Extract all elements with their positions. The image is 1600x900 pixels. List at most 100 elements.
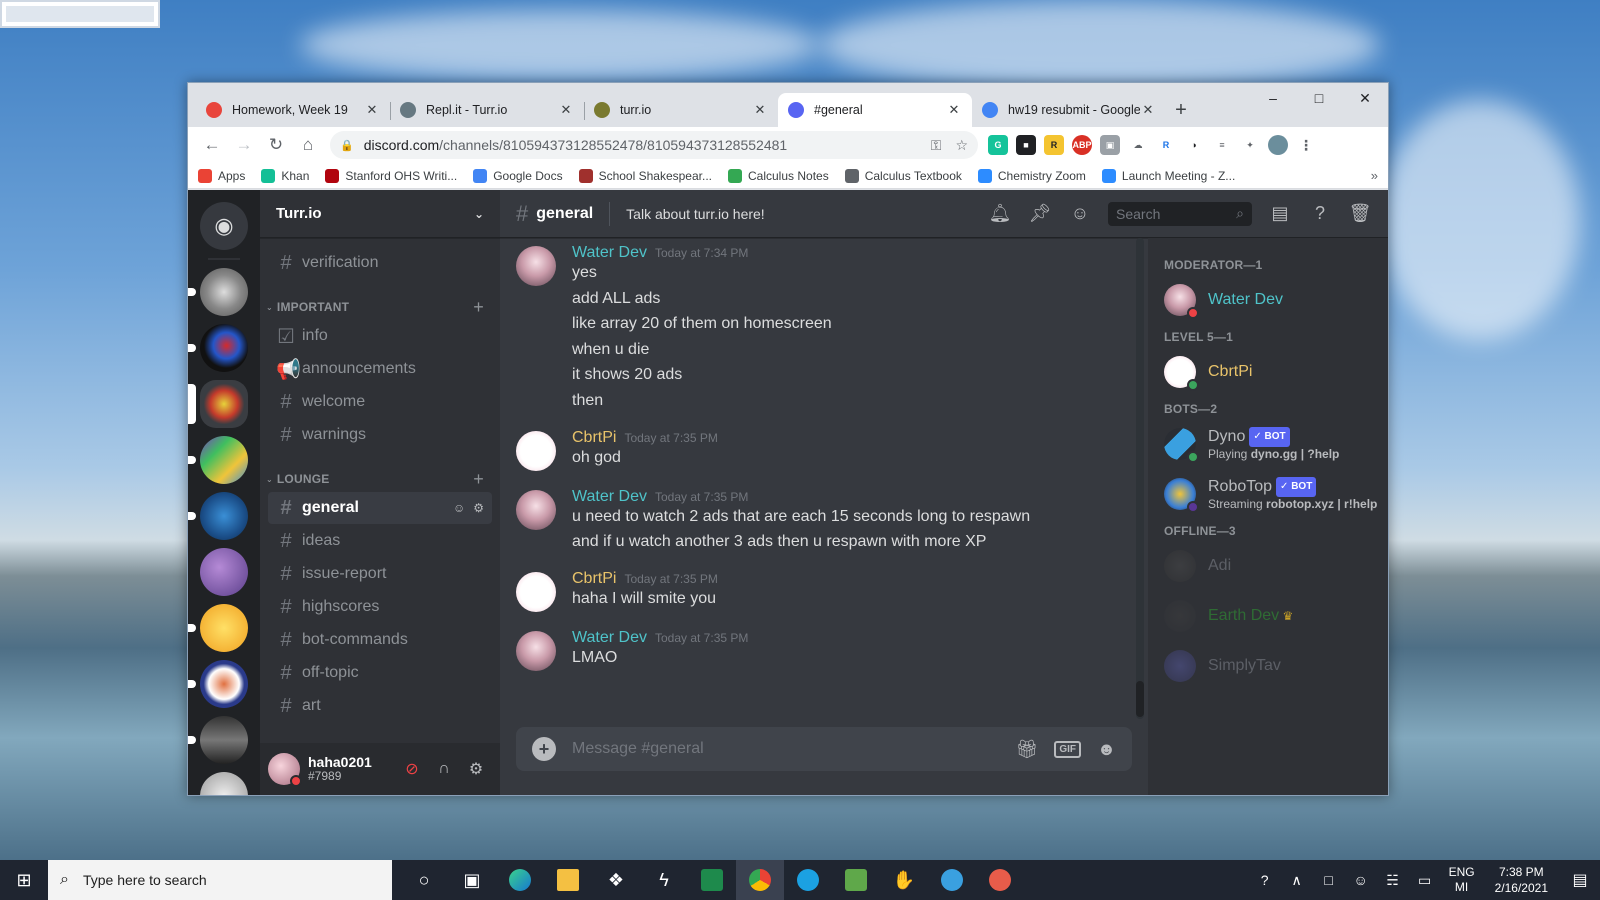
emoji-icon[interactable]: ☻: [1097, 739, 1116, 760]
chrome-icon[interactable]: [736, 860, 784, 900]
gear-icon[interactable]: ⚙: [460, 753, 492, 785]
browser-tab[interactable]: hw19 resubmit - Google ✕: [972, 93, 1166, 127]
pin-icon[interactable]: 📌︎: [1028, 202, 1052, 226]
spreadsheet-app-icon[interactable]: [688, 860, 736, 900]
taskbar-search[interactable]: ⌕ Type here to search: [48, 860, 392, 900]
channel-announcements[interactable]: 📢 announcements: [268, 353, 492, 385]
avatar[interactable]: [516, 430, 556, 471]
channel-art[interactable]: # art: [268, 690, 492, 722]
people-icon[interactable]: ☺: [1345, 872, 1377, 888]
member-item[interactable]: Adi: [1164, 544, 1380, 588]
close-icon[interactable]: ✕: [946, 102, 962, 118]
server-icon[interactable]: [200, 548, 248, 596]
tab-ext-icon[interactable]: ▣: [1100, 135, 1120, 155]
member-item[interactable]: Water Dev: [1164, 278, 1380, 322]
browser-tab[interactable]: turr.io ✕: [584, 93, 778, 127]
notification-icon[interactable]: ▤: [1560, 870, 1600, 890]
bookmark-item[interactable]: Khan: [261, 168, 309, 183]
menu-dots-icon[interactable]: ⋮: [1296, 135, 1316, 155]
bookmark-item[interactable]: Stanford OHS Writi...: [325, 168, 457, 183]
members-icon[interactable]: ☺: [1068, 202, 1092, 226]
member-item[interactable]: Dyno ✓ BOT Playing dyno.gg | ?help: [1164, 422, 1380, 466]
search-input[interactable]: Search ⌕: [1108, 201, 1252, 226]
member-item[interactable]: Earth Dev ♛: [1164, 594, 1380, 638]
avatar[interactable]: [516, 572, 556, 612]
channel-general[interactable]: # general ☺ ⚙: [268, 492, 492, 524]
avatar[interactable]: [268, 753, 302, 787]
address-bar[interactable]: 🔒 discord.com/channels/81059437312855247…: [330, 131, 978, 159]
gif-icon[interactable]: GIF: [1054, 740, 1082, 758]
inbox-icon[interactable]: ▤: [1268, 202, 1292, 226]
server-icon[interactable]: [188, 324, 248, 372]
cloud-ext-icon[interactable]: ☁: [1128, 135, 1148, 155]
browser-tab[interactable]: #general ✕: [778, 93, 972, 127]
maximize-icon[interactable]: □: [1296, 83, 1342, 113]
file-explorer-icon[interactable]: [544, 860, 592, 900]
help-icon[interactable]: ?: [1308, 202, 1332, 226]
avatar[interactable]: [516, 489, 556, 530]
star-icon[interactable]: ☆: [955, 137, 968, 154]
windows-start-icon[interactable]: ⊞: [0, 860, 48, 900]
key-icon[interactable]: ⚿: [931, 137, 942, 154]
bookmark-item[interactable]: Apps: [198, 168, 245, 183]
notification-ext-icon[interactable]: ■: [1016, 135, 1036, 155]
message-author[interactable]: CbrtPi: [572, 429, 616, 447]
gift-icon[interactable]: 🎁︎: [1016, 739, 1039, 760]
channel-off-topic[interactable]: # off-topic: [268, 657, 492, 689]
bell-icon[interactable]: 🔔︎: [988, 202, 1012, 226]
close-icon[interactable]: ✕: [364, 102, 380, 118]
clock[interactable]: 7:38 PM 2/16/2021: [1495, 864, 1548, 896]
server-icon[interactable]: [200, 772, 248, 795]
server-icon[interactable]: [188, 660, 248, 708]
lightning-app-icon[interactable]: ϟ: [640, 860, 688, 900]
adblock-plus-icon[interactable]: ABP: [1072, 135, 1092, 155]
r2-ext-icon[interactable]: R: [1156, 135, 1176, 155]
reload-icon[interactable]: ↻: [260, 131, 292, 159]
task-view-icon[interactable]: ▣: [448, 860, 496, 900]
bookmark-item[interactable]: School Shakespear...: [578, 168, 712, 183]
message-author[interactable]: Water Dev: [572, 629, 647, 647]
message-composer[interactable]: + Message #general 🎁︎ GIF ☻: [516, 727, 1132, 771]
category-header[interactable]: ⌄ IMPORTANT +: [260, 295, 500, 319]
puzzle-icon[interactable]: ✦: [1240, 135, 1260, 155]
browser-tab[interactable]: Repl.it - Turr.io ✕: [390, 93, 584, 127]
close-icon[interactable]: ✕: [752, 102, 768, 118]
bookmark-item[interactable]: Calculus Textbook: [844, 168, 962, 183]
dark-mode-icon[interactable]: ◑: [1184, 135, 1204, 155]
server-icon[interactable]: [188, 436, 248, 484]
gear-icon[interactable]: ⚙: [473, 501, 484, 515]
channel-verification[interactable]: # verification: [268, 247, 492, 279]
scrollbar[interactable]: [1136, 238, 1144, 719]
server-icon[interactable]: [188, 492, 248, 540]
member-item[interactable]: SimplyTav: [1164, 644, 1380, 688]
close-icon[interactable]: ✕: [1140, 102, 1156, 118]
skype-icon[interactable]: [784, 860, 832, 900]
bookmark-item[interactable]: Calculus Notes: [728, 168, 829, 183]
server-header[interactable]: Turr.io ⌄: [260, 190, 500, 238]
forward-icon[interactable]: →: [228, 131, 260, 159]
discord-home-icon[interactable]: ◉: [200, 202, 248, 250]
message-author[interactable]: Water Dev: [572, 488, 647, 506]
browser-tab[interactable]: Homework, Week 19 ✕: [196, 93, 390, 127]
avatar[interactable]: [516, 246, 556, 286]
profile-avatar[interactable]: [1268, 135, 1288, 155]
channel-info[interactable]: ☑ info: [268, 320, 492, 352]
close-window-icon[interactable]: ✕: [1342, 83, 1388, 113]
tray-app-icon[interactable]: □: [1313, 872, 1345, 888]
back-icon[interactable]: ←: [196, 131, 228, 159]
add-channel-icon[interactable]: +: [473, 469, 484, 490]
cortana-icon[interactable]: ○: [400, 860, 448, 900]
help-tray-icon[interactable]: ?: [1249, 872, 1281, 888]
list-ext-icon[interactable]: ≡: [1212, 135, 1232, 155]
channel-highscores[interactable]: # highscores: [268, 591, 492, 623]
add-attachment-icon[interactable]: +: [532, 737, 556, 761]
member-item[interactable]: CbrtPi: [1164, 350, 1380, 394]
mute-microphone-icon[interactable]: ⊘: [396, 753, 428, 785]
bookmark-item[interactable]: Chemistry Zoom: [977, 168, 1086, 183]
minecraft-icon[interactable]: [832, 860, 880, 900]
app-icon[interactable]: ✋: [880, 860, 928, 900]
add-channel-icon[interactable]: +: [473, 297, 484, 318]
bookmark-item[interactable]: Google Docs: [473, 168, 563, 183]
camera-app-icon[interactable]: [928, 860, 976, 900]
dropbox-icon[interactable]: ❖: [592, 860, 640, 900]
